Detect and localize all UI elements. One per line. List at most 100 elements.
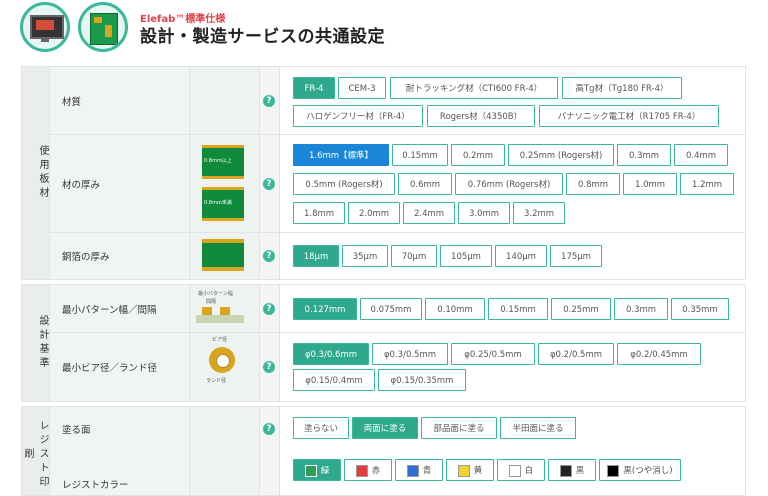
help-icon[interactable]: ? xyxy=(263,302,275,315)
option-pattern-0-10[interactable]: 0.10mm xyxy=(425,298,485,320)
option-pattern-0-15[interactable]: 0.15mm xyxy=(488,298,548,320)
page-header: Elefab™標準仕様 設計・製造サービスの共通設定 xyxy=(0,0,768,62)
row-thickness: 材の厚み 0.8mm以上 0.8mm未満 ? 1.6mm【標準】 0.15mm … xyxy=(50,135,745,233)
option-cti600[interactable]: 耐トラッキング材（CTI600 FR-4） xyxy=(390,77,558,99)
option-copper-35[interactable]: 35μm xyxy=(342,245,388,267)
option-color-black[interactable]: 黒 xyxy=(548,459,596,481)
option-thickness-0-15[interactable]: 0.15mm xyxy=(392,144,448,166)
option-color-yellow[interactable]: 黄 xyxy=(446,459,494,481)
option-pattern-0-127[interactable]: 0.127mm xyxy=(293,298,357,320)
red-swatch-icon xyxy=(355,464,368,477)
option-thickness-1-8[interactable]: 1.8mm xyxy=(293,202,345,224)
option-copper-140[interactable]: 140μm xyxy=(495,245,547,267)
option-color-blue[interactable]: 青 xyxy=(395,459,443,481)
thickness-options: 1.6mm【標準】 0.15mm 0.2mm 0.25mm (Rogers材) … xyxy=(280,135,745,232)
option-thickness-1-0[interactable]: 1.0mm xyxy=(623,173,677,195)
help-icon[interactable]: ? xyxy=(263,423,275,435)
pattern-illustration: 最小パターン幅 間隔 xyxy=(190,285,260,332)
option-via-0-3-0-5[interactable]: φ0.3/0.5mm xyxy=(372,343,448,365)
option-thickness-0-6[interactable]: 0.6mm xyxy=(398,173,452,195)
option-thickness-0-8[interactable]: 0.8mm xyxy=(566,173,620,195)
pcb-logo-icon xyxy=(78,2,128,52)
option-thickness-0-76[interactable]: 0.76mm (Rogers材) xyxy=(455,173,563,195)
row-label-coat: 塗る面 xyxy=(62,425,91,436)
category-material: 使用板材 xyxy=(22,67,50,279)
page-title: 設計・製造サービスの共通設定 xyxy=(140,27,385,47)
section-material: 使用板材 材質 ? FR-4 CEM-3 耐トラッキング材（CTI600 FR-… xyxy=(21,66,746,280)
row-copper: 銅箔の厚み ? 18μm 35μm 70μm 105μm 140μm 175μm xyxy=(50,233,745,279)
option-color-green[interactable]: 緑 xyxy=(293,459,341,481)
option-pattern-0-35[interactable]: 0.35mm xyxy=(671,298,729,320)
option-color-red[interactable]: 赤 xyxy=(344,459,392,481)
option-via-0-2-0-45[interactable]: φ0.2/0.45mm xyxy=(617,343,701,365)
option-pattern-0-25[interactable]: 0.25mm xyxy=(551,298,611,320)
option-coat-component[interactable]: 部品面に塗る xyxy=(421,417,497,439)
option-thickness-0-2[interactable]: 0.2mm xyxy=(451,144,505,166)
option-via-0-3-0-6[interactable]: φ0.3/0.6mm xyxy=(293,343,369,365)
option-copper-70[interactable]: 70μm xyxy=(391,245,437,267)
option-copper-175[interactable]: 175μm xyxy=(550,245,602,267)
help-icon[interactable]: ? xyxy=(263,361,275,373)
section-resist: レジスト印刷 塗る面 ? 塗らない 両面に塗る 部品面に塗る 半田面に塗る レジ… xyxy=(21,406,746,496)
row-material: 材質 ? FR-4 CEM-3 耐トラッキング材（CTI600 FR-4） 高T… xyxy=(50,67,745,135)
row-label-pattern: 最小パターン幅／間隔 xyxy=(62,304,157,316)
option-fr4[interactable]: FR-4 xyxy=(293,77,335,99)
row-label-thickness: 材の厚み xyxy=(62,179,101,191)
option-thickness-3-0[interactable]: 3.0mm xyxy=(458,202,510,224)
pcb-thick-image: 0.8mm以上 xyxy=(202,145,244,179)
option-thickness-2-0[interactable]: 2.0mm xyxy=(348,202,400,224)
category-label: レジスト印刷 xyxy=(22,420,48,490)
option-panasonic[interactable]: パナソニック電工材（R1705 FR-4） xyxy=(539,105,719,127)
option-copper-18[interactable]: 18μm xyxy=(293,245,339,267)
help-icon[interactable]: ? xyxy=(263,250,275,262)
option-thickness-0-5[interactable]: 0.5mm (Rogers材) xyxy=(293,173,395,195)
section-design: 設計基準 最小パターン幅／間隔 最小パターン幅 間隔 ? 0.127mm 0.0… xyxy=(21,284,746,402)
option-color-matte-black[interactable]: 黒(つや消し) xyxy=(599,459,681,481)
blue-swatch-icon xyxy=(406,464,419,477)
yellow-swatch-icon xyxy=(457,464,470,477)
option-high-tg[interactable]: 高Tg材（Tg180 FR-4） xyxy=(562,77,682,99)
option-via-0-2-0-5[interactable]: φ0.2/0.5mm xyxy=(538,343,614,365)
option-coat-both[interactable]: 両面に塗る xyxy=(352,417,418,439)
option-pattern-0-3[interactable]: 0.3mm xyxy=(614,298,668,320)
option-pattern-0-075[interactable]: 0.075mm xyxy=(360,298,422,320)
color-options: 緑 赤 青 黄 白 黒 黒(つや消し) xyxy=(280,451,745,495)
category-label: 使用板材 xyxy=(37,145,48,201)
coat-options: 塗らない 両面に塗る 部品面に塗る 半田面に塗る xyxy=(280,407,745,451)
matte-black-swatch-icon xyxy=(607,464,620,477)
monitor-logo-icon xyxy=(20,2,70,52)
option-copper-105[interactable]: 105μm xyxy=(440,245,492,267)
pcb-thin-image: 0.8mm未満 xyxy=(202,187,244,221)
row-label-material: 材質 xyxy=(62,96,82,108)
white-swatch-icon xyxy=(508,464,521,477)
option-thickness-0-25[interactable]: 0.25mm (Rogers材) xyxy=(508,144,614,166)
row-pattern: 最小パターン幅／間隔 最小パターン幅 間隔 ? 0.127mm 0.075mm … xyxy=(50,285,745,333)
option-via-0-15-0-4[interactable]: φ0.15/0.4mm xyxy=(293,369,375,391)
option-rogers[interactable]: Rogers材（4350B） xyxy=(427,105,535,127)
row-label-via: 最小ビア径／ランド径 xyxy=(62,363,158,374)
row-label-color: レジストカラー xyxy=(62,480,129,491)
option-coat-none[interactable]: 塗らない xyxy=(293,417,349,439)
help-icon[interactable]: ? xyxy=(263,94,275,107)
pcb-copper-image xyxy=(202,239,244,271)
option-thickness-0-3[interactable]: 0.3mm xyxy=(617,144,671,166)
option-cem3[interactable]: CEM-3 xyxy=(338,77,386,99)
option-thickness-2-4[interactable]: 2.4mm xyxy=(403,202,455,224)
copper-options: 18μm 35μm 70μm 105μm 140μm 175μm xyxy=(280,233,745,279)
black-swatch-icon xyxy=(559,464,572,477)
option-thickness-3-2[interactable]: 3.2mm xyxy=(513,202,565,224)
option-thickness-1-6[interactable]: 1.6mm【標準】 xyxy=(293,144,389,166)
option-color-white[interactable]: 白 xyxy=(497,459,545,481)
green-swatch-icon xyxy=(304,464,317,477)
category-resist: レジスト印刷 xyxy=(22,407,50,495)
via-options: φ0.3/0.6mm φ0.3/0.5mm φ0.25/0.5mm φ0.2/0… xyxy=(280,333,745,401)
option-via-0-15-0-35[interactable]: φ0.15/0.35mm xyxy=(378,369,466,391)
option-thickness-0-4[interactable]: 0.4mm xyxy=(674,144,728,166)
option-coat-solder[interactable]: 半田面に塗る xyxy=(500,417,576,439)
help-icon[interactable]: ? xyxy=(263,177,275,190)
row-color: レジストカラー 緑 赤 青 黄 白 黒 黒(つや消し) xyxy=(50,451,745,495)
row-via: 最小ビア径／ランド径 ビア径 ランド径 ? φ0.3/0.6mm φ0.3/0.… xyxy=(50,333,745,401)
option-via-0-25-0-5[interactable]: φ0.25/0.5mm xyxy=(451,343,535,365)
option-thickness-1-2[interactable]: 1.2mm xyxy=(680,173,734,195)
option-halogen-free[interactable]: ハロゲンフリー材（FR-4） xyxy=(293,105,423,127)
